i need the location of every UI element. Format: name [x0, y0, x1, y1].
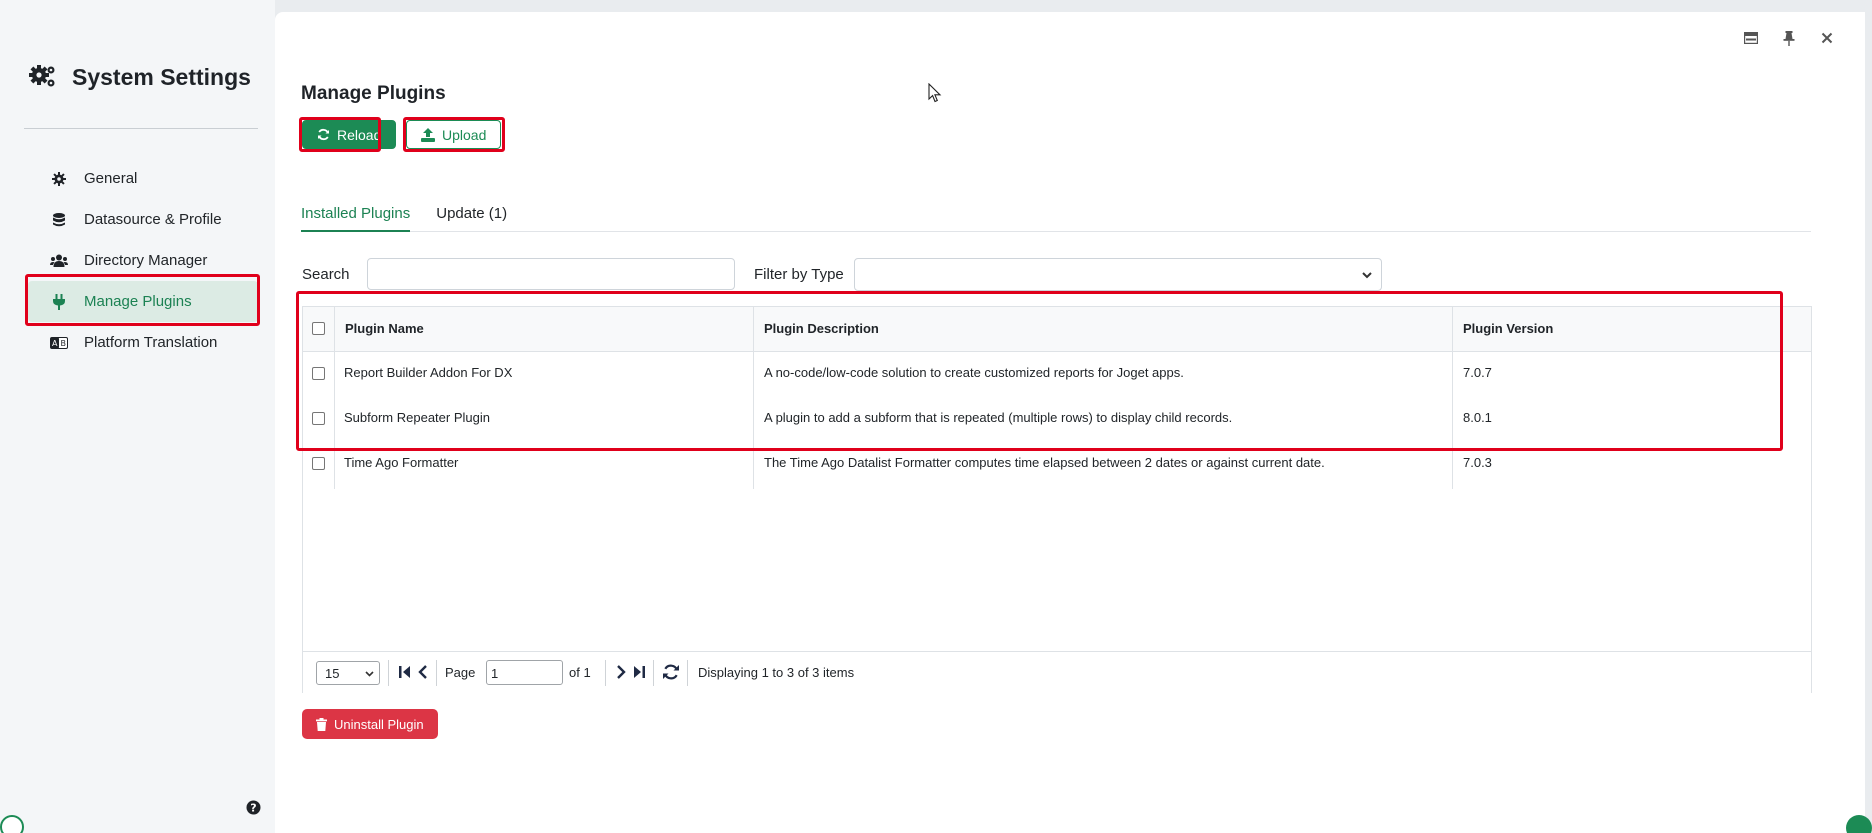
plugin-name-cell: Report Builder Addon For DX — [344, 365, 513, 380]
pager-divider — [388, 660, 389, 686]
pager-divider — [436, 660, 437, 686]
row-checkbox[interactable] — [312, 457, 325, 470]
corner-badge-right[interactable] — [1846, 815, 1872, 833]
svg-text:A: A — [52, 339, 58, 348]
select-all-checkbox[interactable] — [312, 322, 325, 335]
plugin-version-cell: 7.0.3 — [1463, 455, 1492, 470]
page-number-value: 1 — [491, 666, 499, 681]
uninstall-plugin-button[interactable]: Uninstall Plugin — [302, 709, 438, 739]
column-divider — [1452, 307, 1453, 489]
sidebar-item-label: Manage Plugins — [84, 293, 192, 310]
sidebar-item-label: Datasource & Profile — [84, 211, 222, 228]
window-controls — [1743, 30, 1835, 46]
row-checkbox[interactable] — [312, 412, 325, 425]
next-page-icon[interactable] — [614, 664, 628, 680]
sidebar-title: System Settings — [28, 62, 251, 92]
sidebar-item-label: Directory Manager — [84, 252, 208, 269]
page-count-label: of 1 — [569, 665, 591, 680]
main-panel: Manage Plugins Reload Upload Installed P… — [275, 12, 1865, 833]
gears-icon — [29, 65, 55, 87]
sidebar-divider — [24, 128, 258, 129]
chevron-down-icon — [1362, 272, 1372, 279]
column-header-plugin-description[interactable]: Plugin Description — [764, 321, 879, 336]
page-title: Manage Plugins — [301, 83, 446, 104]
display-count-text: Displaying 1 to 3 of 3 items — [698, 665, 855, 680]
close-icon[interactable] — [1819, 30, 1835, 46]
sidebar-item-manage-plugins[interactable]: Manage Plugins — [28, 281, 258, 322]
upload-button[interactable]: Upload — [406, 120, 502, 149]
plugin-version-cell: 8.0.1 — [1463, 410, 1492, 425]
refresh-icon[interactable] — [662, 664, 680, 680]
mouse-cursor-icon — [928, 83, 942, 103]
chevron-down-icon — [365, 671, 374, 677]
uninstall-plugin-label: Uninstall Plugin — [334, 716, 424, 732]
svg-text:B: B — [61, 339, 67, 348]
plug-icon — [50, 293, 68, 311]
plugins-table: Plugin Name Plugin Description Plugin Ve… — [302, 306, 1812, 693]
plugin-version-cell: 7.0.7 — [1463, 365, 1492, 380]
sidebar-item-datasource[interactable]: Datasource & Profile — [28, 199, 258, 240]
page-size-select[interactable]: 15 — [316, 661, 380, 685]
page-number-input[interactable]: 1 — [486, 660, 563, 685]
sidebar-title-text: System Settings — [72, 63, 251, 90]
corner-badge-left — [0, 815, 24, 833]
maximize-icon[interactable] — [1743, 30, 1759, 46]
search-label: Search — [302, 266, 350, 283]
previous-page-icon[interactable] — [416, 664, 430, 680]
filter-label: Filter by Type — [754, 266, 844, 283]
plugin-description-cell: A plugin to add a subform that is repeat… — [764, 410, 1233, 425]
page-label: Page — [445, 665, 476, 680]
tab-installed-plugins[interactable]: Installed Plugins — [301, 192, 411, 232]
row-checkbox[interactable] — [312, 367, 325, 380]
pager-divider — [687, 660, 688, 686]
refresh-icon — [318, 128, 329, 141]
filter-type-select[interactable] — [854, 258, 1382, 291]
column-header-plugin-name[interactable]: Plugin Name — [345, 321, 424, 336]
sidebar-item-directory-manager[interactable]: Directory Manager — [28, 240, 258, 281]
upload-button-label: Upload — [442, 126, 487, 143]
column-divider — [334, 307, 335, 489]
trash-icon — [316, 717, 327, 731]
last-page-icon[interactable] — [632, 664, 646, 680]
plugin-name-cell: Time Ago Formatter — [344, 455, 459, 470]
sidebar: System Settings General Datasource & Pro… — [0, 0, 275, 833]
translate-icon: AB — [50, 334, 68, 352]
plugin-description-cell: The Time Ago Datalist Formatter computes… — [764, 455, 1325, 470]
plugin-name-cell: Subform Repeater Plugin — [344, 410, 490, 425]
column-header-plugin-version[interactable]: Plugin Version — [1463, 321, 1553, 336]
reload-button-label: Reload — [337, 126, 382, 143]
pin-icon[interactable] — [1781, 30, 1797, 46]
pager-divider — [605, 660, 606, 686]
gear-icon — [50, 170, 68, 188]
page-size-value: 15 — [325, 666, 340, 681]
database-icon — [50, 211, 68, 229]
sidebar-item-label: General — [84, 170, 138, 187]
tab-update[interactable]: Update (1) — [436, 192, 507, 232]
sidebar-nav: General Datasource & Profile Directory M… — [28, 158, 258, 363]
pagination-bar: 15 Page 1 of 1 Displaying 1 to 3 of 3 it… — [303, 651, 1811, 693]
table-header — [303, 307, 1811, 352]
sidebar-item-platform-translation[interactable]: AB Platform Translation — [28, 322, 258, 363]
reload-button[interactable]: Reload — [302, 120, 397, 149]
search-input[interactable] — [367, 258, 735, 290]
upload-icon — [421, 127, 435, 142]
pager-divider — [653, 660, 654, 686]
first-page-icon[interactable] — [398, 664, 412, 680]
column-divider — [753, 307, 754, 489]
svg-text:?: ? — [250, 802, 256, 815]
sidebar-item-label: Platform Translation — [84, 334, 218, 351]
users-icon — [50, 252, 68, 270]
plugin-description-cell: A no-code/low-code solution to create cu… — [764, 365, 1184, 380]
plugin-tabs: Installed Plugins Update (1) — [301, 192, 1811, 232]
sidebar-item-general[interactable]: General — [28, 158, 258, 199]
help-icon[interactable]: ? — [246, 800, 261, 815]
